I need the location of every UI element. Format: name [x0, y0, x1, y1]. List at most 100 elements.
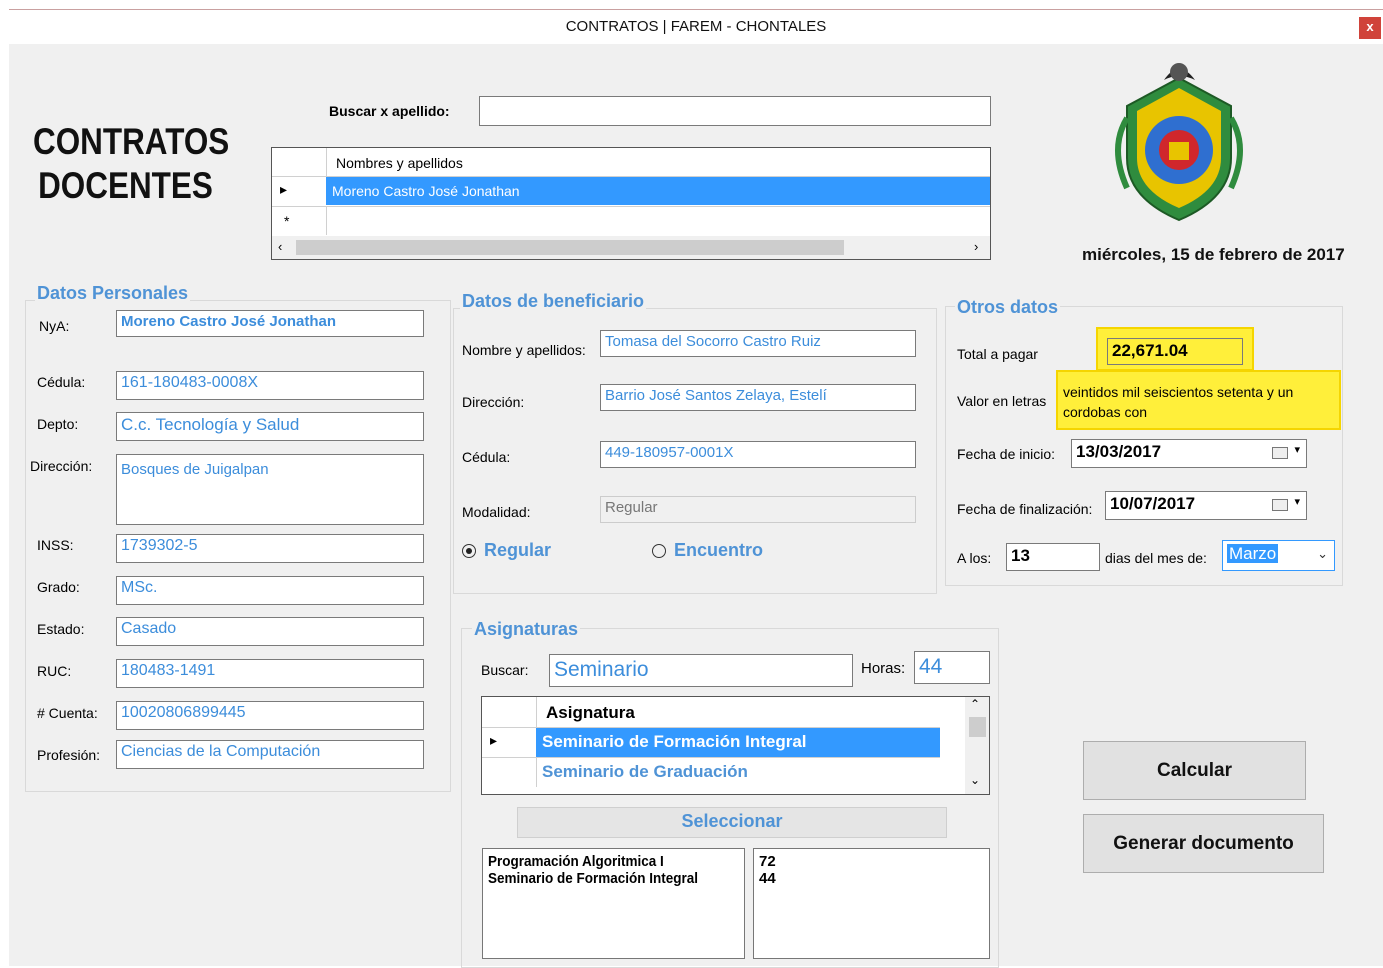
- cedula-label: Cédula:: [37, 374, 86, 390]
- subjects-column-header[interactable]: Asignatura: [546, 703, 635, 723]
- grado-label: Grado:: [37, 579, 80, 595]
- selected-hours-item: 72: [759, 853, 776, 870]
- beneficiary-address-field[interactable]: Barrio José Santos Zelaya, Estelí: [600, 384, 916, 411]
- horizontal-scrollbar[interactable]: ‹ ›: [272, 236, 990, 259]
- mes-value: Marzo: [1227, 544, 1279, 563]
- alos-field[interactable]: 13: [1006, 543, 1100, 571]
- vertical-scrollbar[interactable]: ⌃ ⌄: [940, 697, 989, 794]
- fecha-inicio-value: 13/03/2017: [1076, 442, 1162, 461]
- subject-search-input[interactable]: Seminario: [549, 654, 853, 687]
- scroll-thumb[interactable]: [969, 717, 986, 737]
- row-marker-icon: ▸: [490, 732, 498, 748]
- estado-label: Estado:: [37, 621, 85, 637]
- selected-subject-item: Seminario de Formación Integral: [488, 870, 699, 887]
- table-row[interactable]: ▸ Moreno Castro José Jonathan: [272, 177, 990, 205]
- subject-cell: Seminario de Formación Integral: [542, 732, 807, 751]
- nya-field[interactable]: Moreno Castro José Jonathan: [116, 310, 424, 337]
- selected-subjects-list[interactable]: Programación Algoritmica I Seminario de …: [482, 848, 745, 959]
- dropdown-arrow-icon[interactable]: ▾: [1294, 495, 1300, 508]
- horas-input[interactable]: 44: [914, 651, 990, 684]
- calendar-icon[interactable]: [1272, 447, 1288, 459]
- mes-label: dias del mes de:: [1105, 550, 1207, 566]
- subjects-title: Asignaturas: [472, 619, 581, 640]
- grid-column-header[interactable]: Nombres y apellidos: [336, 155, 463, 171]
- letras-field[interactable]: veintidos mil seiscientos setenta y un c…: [1063, 382, 1335, 422]
- direccion-label: Dirección:: [30, 458, 93, 474]
- beneficiary-name-label: Nombre y apellidos:: [462, 342, 586, 358]
- search-input[interactable]: [479, 96, 991, 126]
- calendar-icon[interactable]: [1272, 499, 1288, 511]
- depto-field[interactable]: C.c. Tecnología y Salud: [116, 412, 424, 441]
- window-title: CONTRATOS | FAREM - CHONTALES: [565, 18, 827, 35]
- scroll-right-icon[interactable]: ›: [974, 239, 978, 254]
- scroll-up-icon[interactable]: ⌃: [970, 697, 980, 711]
- beneficiary-name-field[interactable]: Tomasa del Socorro Castro Ruiz: [600, 330, 916, 357]
- fecha-fin-label: Fecha de finalización:: [957, 501, 1093, 517]
- radio-unselected-icon: [652, 543, 666, 558]
- alos-label: A los:: [957, 550, 992, 566]
- ruc-field[interactable]: 180483-1491: [116, 659, 424, 688]
- modalidad-label: Modalidad:: [462, 504, 531, 520]
- app-title-line1: CONTRATOS: [33, 121, 230, 162]
- total-label: Total a pagar: [957, 346, 1038, 362]
- beneficiary-id-label: Cédula:: [462, 449, 511, 465]
- scroll-left-icon[interactable]: ‹: [278, 239, 282, 254]
- dropdown-arrow-icon[interactable]: ▾: [1294, 443, 1300, 456]
- horas-label: Horas:: [861, 660, 906, 677]
- grid-header-row: Nombres y apellidos: [272, 148, 990, 177]
- scroll-thumb[interactable]: [296, 240, 844, 255]
- table-row[interactable]: ▸ Seminario de Formación Integral: [482, 728, 940, 758]
- fecha-inicio-picker[interactable]: 13/03/2017 ▾: [1071, 439, 1307, 468]
- subjects-grid-header: Asignatura: [482, 697, 940, 728]
- scroll-down-icon[interactable]: ⌄: [970, 773, 980, 787]
- radio-regular-label: Regular: [484, 540, 552, 560]
- radio-encuentro[interactable]: Encuentro: [652, 540, 763, 561]
- selected-subject-item: Programación Algoritmica I: [488, 853, 664, 870]
- table-row[interactable]: Seminario de Graduación: [482, 758, 940, 787]
- letras-label: Valor en letras: [957, 393, 1047, 409]
- beneficiary-id-field[interactable]: 449-180957-0001X: [600, 441, 916, 468]
- selected-hours-list[interactable]: 72 44: [753, 848, 990, 959]
- app-title-line2: DOCENTES: [38, 165, 213, 206]
- fecha-fin-picker[interactable]: 10/07/2017 ▾: [1105, 491, 1307, 520]
- chevron-down-icon[interactable]: ⌄: [1317, 546, 1328, 562]
- radio-selected-icon: [462, 543, 476, 558]
- app-title: CONTRATOS DOCENTES: [33, 120, 253, 208]
- estado-field[interactable]: Casado: [116, 617, 424, 646]
- calcular-button[interactable]: Calcular: [1083, 741, 1306, 800]
- inss-field[interactable]: 1739302-5: [116, 534, 424, 563]
- profesion-label: Profesión:: [37, 747, 101, 763]
- title-bar: CONTRATOS | FAREM - CHONTALES x: [9, 10, 1383, 44]
- row-marker-icon: ▸: [280, 181, 288, 197]
- cuenta-field[interactable]: 10020806899445: [116, 701, 424, 730]
- other-data-title: Otros datos: [955, 297, 1061, 318]
- fecha-fin-value: 10/07/2017: [1110, 494, 1196, 513]
- university-seal-icon: [1115, 63, 1243, 222]
- subjects-grid: Asignatura ▸ Seminario de Formación Inte…: [481, 696, 990, 795]
- mes-select[interactable]: Marzo ⌄: [1222, 540, 1335, 571]
- personal-data-title: Datos Personales: [35, 283, 191, 304]
- generar-documento-button[interactable]: Generar documento: [1083, 814, 1324, 873]
- fecha-inicio-label: Fecha de inicio:: [957, 446, 1056, 462]
- close-button[interactable]: x: [1359, 17, 1381, 39]
- main-window: CONTRATOS | FAREM - CHONTALES x CONTRATO…: [9, 9, 1383, 968]
- depto-label: Depto:: [37, 416, 79, 432]
- total-field[interactable]: 22,671.04: [1107, 338, 1243, 365]
- direccion-field[interactable]: Bosques de Juigalpan: [116, 454, 424, 525]
- beneficiary-address-label: Dirección:: [462, 394, 525, 410]
- modalidad-field: Regular: [600, 496, 916, 523]
- beneficiary-title: Datos de beneficiario: [460, 291, 647, 312]
- radio-regular[interactable]: Regular: [462, 540, 551, 561]
- cedula-field[interactable]: 161-180483-0008X: [116, 371, 424, 400]
- subject-search-label: Buscar:: [481, 662, 529, 678]
- inss-label: INSS:: [37, 537, 74, 553]
- select-subject-button[interactable]: Seleccionar: [517, 807, 947, 838]
- nya-label: NyA:: [39, 318, 70, 334]
- ruc-label: RUC:: [37, 663, 72, 679]
- selected-hours-item: 44: [759, 870, 776, 887]
- profesion-field[interactable]: Ciencias de la Computación: [116, 740, 424, 769]
- current-date: miércoles, 15 de febrero de 2017: [1082, 245, 1345, 264]
- grado-field[interactable]: MSc.: [116, 576, 424, 605]
- table-row-new[interactable]: *: [272, 206, 990, 235]
- subject-cell: Seminario de Graduación: [542, 762, 748, 781]
